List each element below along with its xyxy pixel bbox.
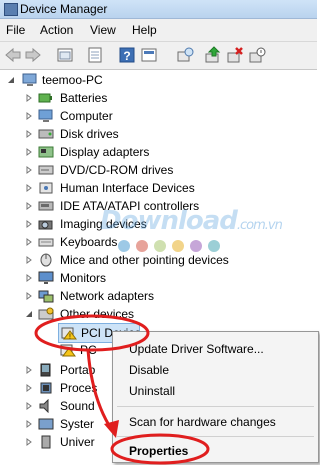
menu-help[interactable]: Help <box>132 23 157 37</box>
mouse-icon <box>38 253 54 267</box>
other-devices-icon <box>38 307 54 321</box>
tree-item-label: Disk drives <box>60 127 119 141</box>
expand-arrow-icon[interactable] <box>24 179 34 197</box>
device-manager-icon <box>4 3 18 16</box>
network-adapter-icon <box>38 289 54 303</box>
svg-text:?: ? <box>123 49 130 63</box>
tree-item-label: DVD/CD-ROM drives <box>60 163 174 177</box>
hid-icon <box>38 181 54 195</box>
camera-icon <box>38 217 54 231</box>
menu-action[interactable]: Action <box>40 23 73 37</box>
tree-item-label: Human Interface Devices <box>60 181 195 195</box>
up-folder-icon[interactable] <box>56 46 74 64</box>
tree-item-label: Batteries <box>60 91 108 105</box>
watermark-logo: Download.com.vn <box>100 206 283 236</box>
usb-icon <box>38 435 54 449</box>
disk-drive-icon <box>38 127 54 141</box>
collapse-arrow-icon[interactable] <box>24 305 34 323</box>
tree-item-label: Proces <box>60 381 98 395</box>
expand-arrow-icon[interactable] <box>24 361 34 379</box>
expand-arrow-icon[interactable] <box>24 251 34 269</box>
title-bar: Device Manager <box>0 0 317 19</box>
warning-icon <box>60 343 76 357</box>
show-hidden-icon[interactable] <box>140 46 158 64</box>
tree-item-label: Other devices <box>60 307 135 321</box>
menu-properties[interactable]: Properties <box>129 442 188 460</box>
tree-item-label: Univer <box>60 435 95 449</box>
system-devices-icon <box>38 417 54 431</box>
expand-arrow-icon[interactable] <box>24 415 34 433</box>
monitor-icon <box>38 271 54 285</box>
menu-disable[interactable]: Disable <box>129 361 169 379</box>
battery-icon <box>38 91 54 105</box>
expand-arrow-icon[interactable] <box>24 197 34 215</box>
tree-item-label: Sound <box>60 399 95 413</box>
expand-arrow-icon[interactable] <box>24 433 34 451</box>
back-icon[interactable] <box>4 46 22 64</box>
computer-icon <box>22 73 38 87</box>
update-driver-icon[interactable] <box>204 46 222 64</box>
expand-arrow-icon[interactable] <box>24 89 34 107</box>
watermark-dots <box>118 240 226 255</box>
menu-scan-hardware[interactable]: Scan for hardware changes <box>129 413 276 431</box>
expand-arrow-icon[interactable] <box>24 379 34 397</box>
processor-icon <box>38 381 54 395</box>
tree-root[interactable]: teemoo-PC <box>6 71 306 89</box>
tree-item-label: Monitors <box>60 271 107 285</box>
context-menu: Update Driver Software... Disable Uninst… <box>112 331 319 463</box>
menu-separator <box>117 436 314 437</box>
svg-text:!: ! <box>69 334 71 341</box>
disable-icon[interactable] <box>248 46 266 64</box>
toolbar: ? <box>0 42 317 70</box>
computer-icon <box>38 109 54 123</box>
menu-update-driver[interactable]: Update Driver Software... <box>129 340 264 358</box>
display-adapter-icon <box>38 145 54 159</box>
tree-item-label: Syster <box>60 417 95 431</box>
expand-arrow-icon[interactable] <box>24 143 34 161</box>
uninstall-icon[interactable] <box>226 46 244 64</box>
forward-icon[interactable] <box>24 46 42 64</box>
keyboard-icon <box>38 235 54 249</box>
expand-arrow-icon[interactable] <box>24 287 34 305</box>
menu-file[interactable]: File <box>6 23 25 37</box>
speaker-icon <box>38 398 54 414</box>
warning-icon: ! <box>61 326 77 341</box>
root-label: teemoo-PC <box>42 73 103 87</box>
portable-device-icon <box>38 363 54 377</box>
expand-arrow-icon[interactable] <box>24 215 34 233</box>
collapse-arrow-icon[interactable] <box>6 71 16 89</box>
properties-icon[interactable] <box>86 46 104 64</box>
expand-arrow-icon[interactable] <box>24 397 34 415</box>
tree-item-label: Display adapters <box>60 145 150 159</box>
menu-view[interactable]: View <box>90 23 116 37</box>
tree-item-label: PC <box>80 343 97 357</box>
window-title: Device Manager <box>20 2 108 16</box>
menu-uninstall[interactable]: Uninstall <box>129 382 175 400</box>
expand-arrow-icon[interactable] <box>24 107 34 125</box>
tree-item-label: Computer <box>60 109 113 123</box>
menu-separator <box>117 406 314 407</box>
dvd-drive-icon <box>38 163 54 177</box>
expand-arrow-icon[interactable] <box>24 161 34 179</box>
expand-arrow-icon[interactable] <box>24 233 34 251</box>
ide-controller-icon <box>38 199 54 213</box>
scan-icon[interactable] <box>176 46 194 64</box>
tree-item-label: Portab <box>60 363 96 377</box>
expand-arrow-icon[interactable] <box>24 269 34 287</box>
tree-item-label: Network adapters <box>60 289 155 303</box>
expand-arrow-icon[interactable] <box>24 125 34 143</box>
help-icon[interactable]: ? <box>118 46 136 64</box>
menu-bar: File Action View Help <box>0 19 317 42</box>
